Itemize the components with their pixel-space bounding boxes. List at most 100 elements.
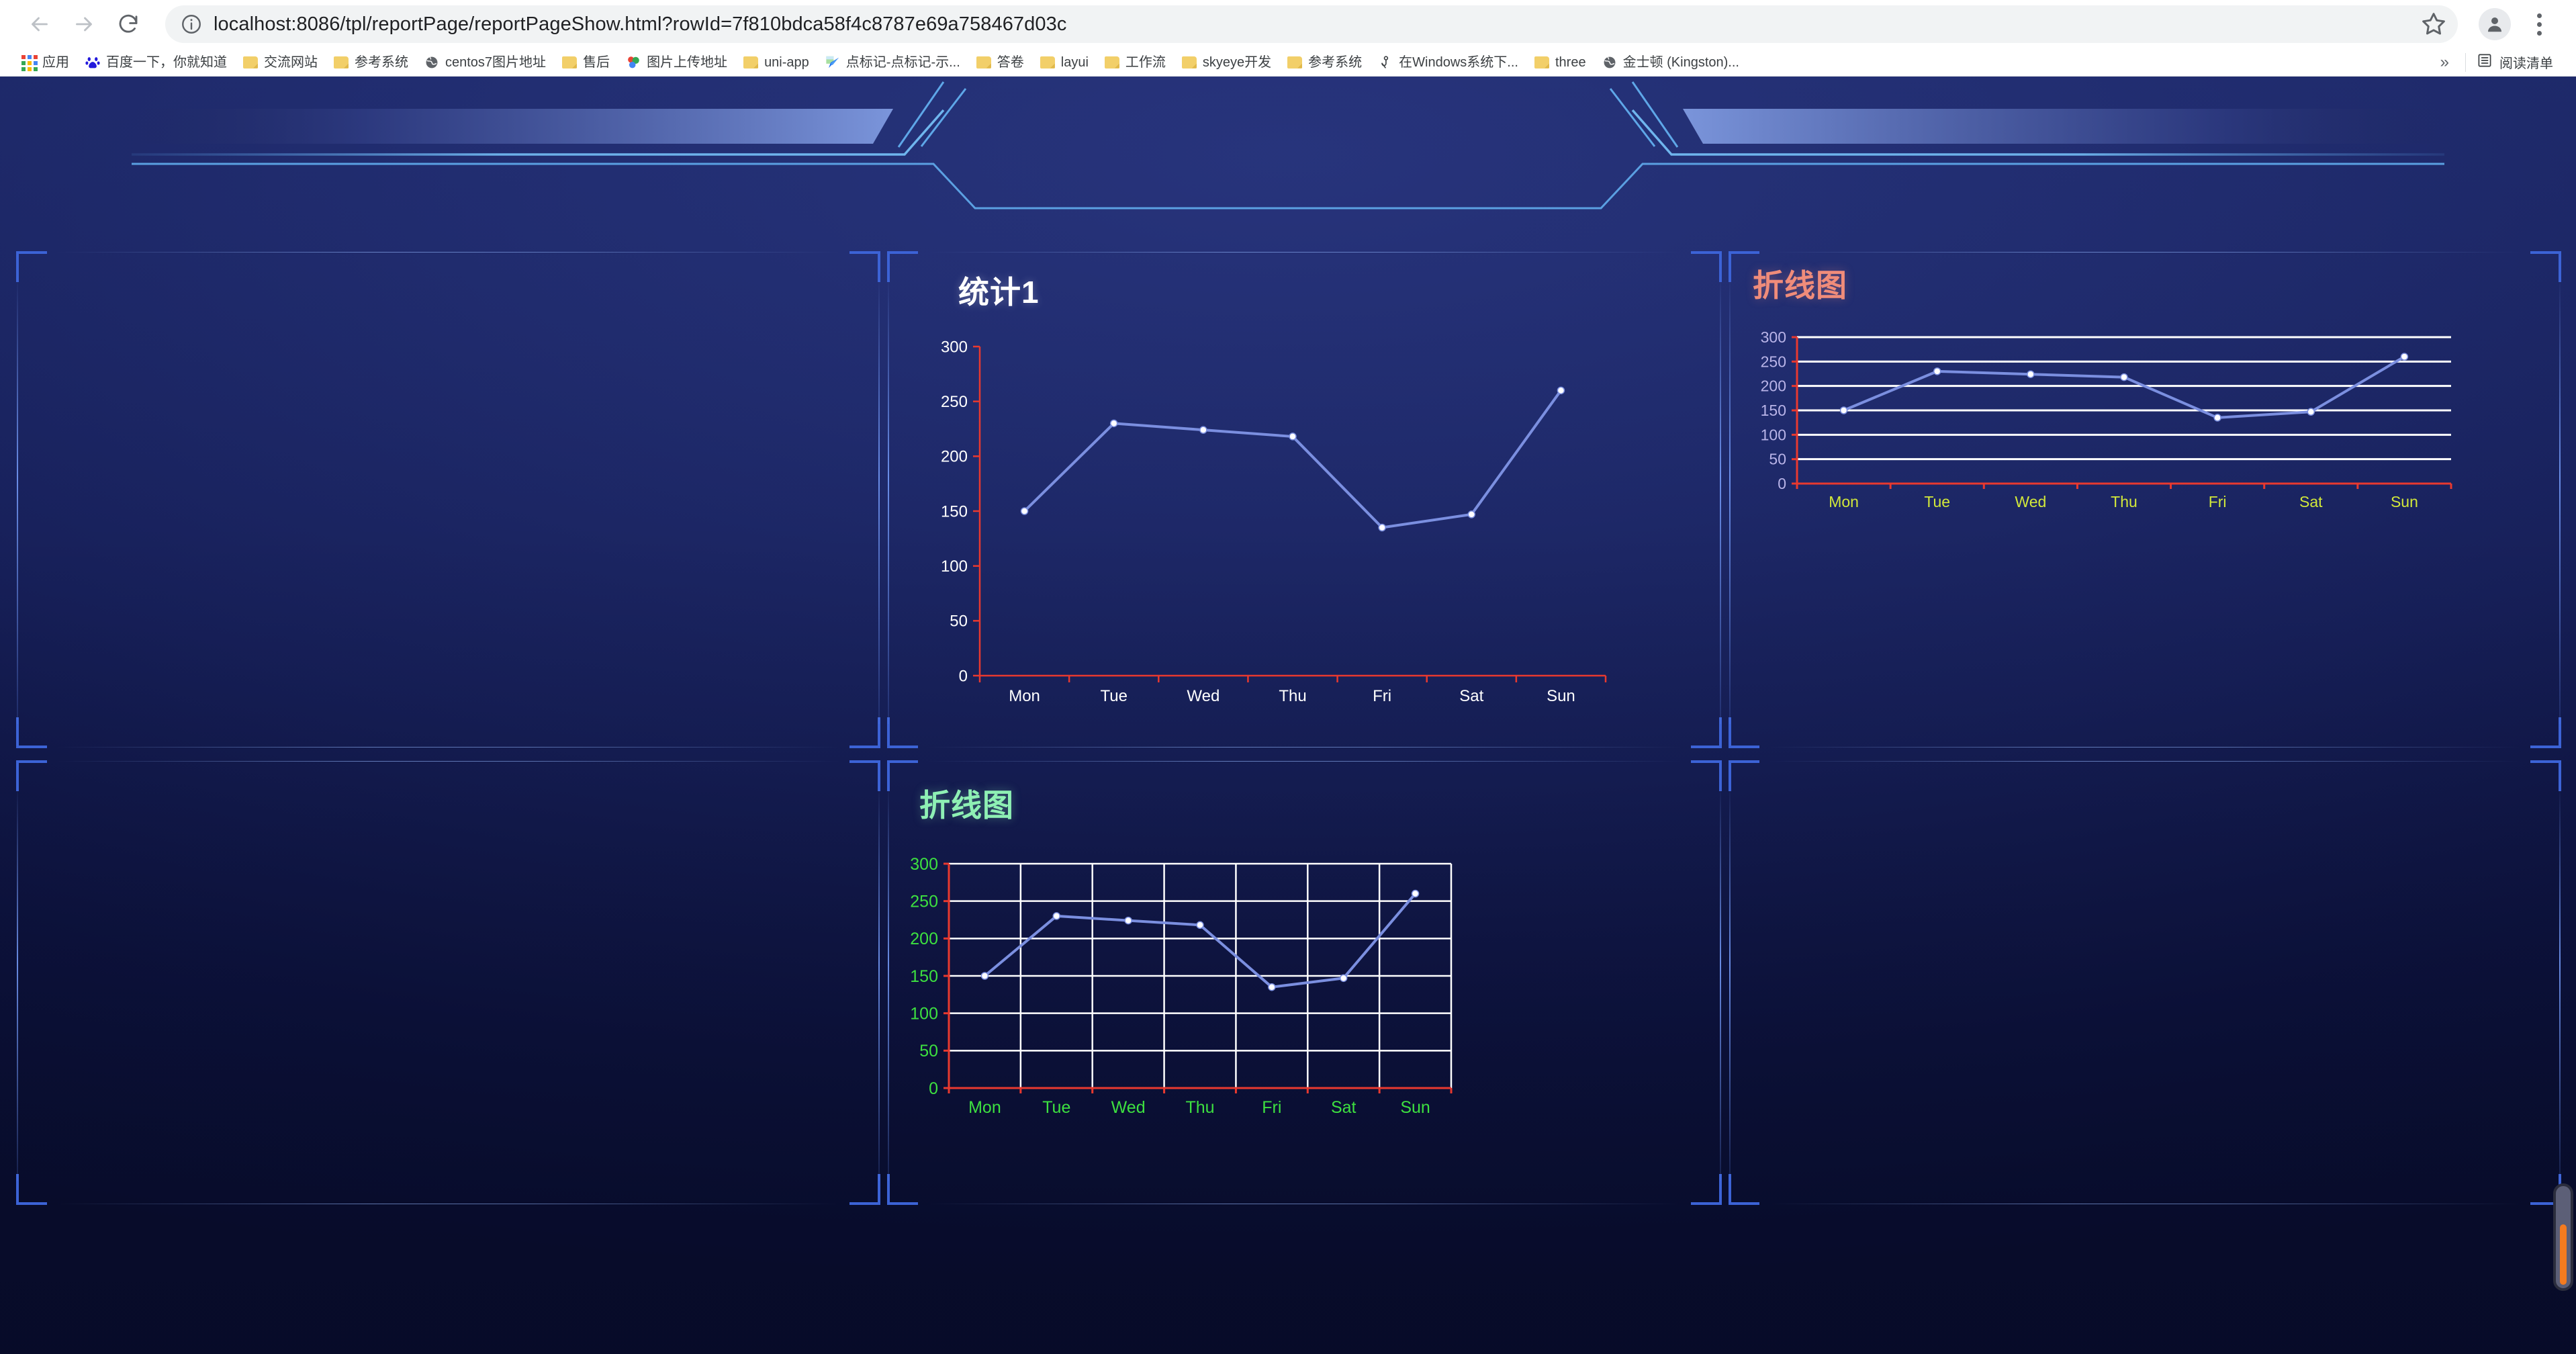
corner-bracket-icon	[1691, 1174, 1722, 1205]
corner-bracket-icon	[849, 760, 880, 791]
svg-text:0: 0	[959, 667, 968, 685]
corner-bracket-icon	[1729, 717, 1759, 748]
bookmark-folder-layui[interactable]: layui	[1032, 50, 1097, 75]
svg-text:Wed: Wed	[1111, 1098, 1146, 1117]
svg-text:Fri: Fri	[2209, 493, 2227, 510]
svg-text:250: 250	[910, 892, 938, 911]
reading-list-button[interactable]: 阅读清单	[2470, 52, 2563, 73]
panel-chart-zhexiantu-right: 折线图 0 50 100 150 200 250 300 Mon Tue Wed Thu Fri Sat…	[1729, 251, 2561, 748]
panel-edge	[1720, 784, 1721, 1181]
svg-text:150: 150	[941, 502, 968, 521]
forward-arrow-icon[interactable]	[62, 2, 106, 46]
bookmarks-overflow-button[interactable]: »	[2428, 53, 2461, 72]
bookmark-star-icon[interactable]	[2419, 9, 2448, 39]
page-scrollbar[interactable]	[2553, 1183, 2573, 1291]
bookmark-folder-cankao-1[interactable]: 参考系统	[326, 50, 416, 75]
corner-bracket-icon	[849, 717, 880, 748]
svg-text:Sat: Sat	[2299, 493, 2323, 510]
svg-text:Mon: Mon	[968, 1098, 1001, 1117]
corner-bracket-icon	[16, 251, 47, 282]
svg-text:Sun: Sun	[1547, 687, 1575, 705]
chart-title-zhexiantu-right: 折线图	[1753, 268, 1847, 303]
folder-icon	[1287, 56, 1303, 69]
bookmark-folder-dajuan[interactable]: 答卷	[968, 50, 1032, 75]
panel-edge	[17, 784, 18, 1181]
corner-bracket-icon	[849, 1174, 880, 1205]
divider	[2465, 52, 2466, 72]
bookmark-label: 图片上传地址	[647, 54, 728, 70]
bookmark-folder-workflow[interactable]: 工作流	[1097, 50, 1174, 75]
panel-edge	[1769, 252, 2521, 253]
svg-text:Fri: Fri	[1262, 1098, 1281, 1117]
svg-text:150: 150	[910, 967, 938, 986]
bookmark-baidu[interactable]: 百度一下，你就知道	[77, 50, 235, 75]
panel-edge	[2559, 275, 2561, 724]
bookmark-label: 金士顿 (Kingston)...	[1622, 54, 1739, 70]
svg-text:Sat: Sat	[1459, 687, 1483, 705]
site-info-icon[interactable]	[180, 13, 203, 36]
panel-edge	[2559, 784, 2561, 1181]
panel-chart-tongji1: 统计1 0 50 100 150 200 250 300 Mon Tue Wed Thu Fri Sat…	[887, 251, 1722, 748]
address-bar[interactable]: localhost:8086/tpl/reportPage/reportPage…	[165, 5, 2458, 43]
chart-zhexiantu-bottom[interactable]: 0 50 100 150 200 250 300 Mon Tue Wed Thu Fri Sat Sun	[902, 855, 1459, 1126]
bookmarks-bar: 应用 百度一下，你就知道 交流网站 参考系统 centos7图片地址 售后 图片…	[0, 48, 2576, 77]
svg-text:200: 200	[941, 448, 968, 466]
bookmark-image-upload[interactable]: 图片上传地址	[618, 50, 735, 75]
bookmark-folder-uniapp[interactable]: uni-app	[735, 50, 817, 75]
reading-list-icon	[2477, 52, 2493, 73]
svg-text:Tue: Tue	[1100, 687, 1127, 705]
header-decoration	[128, 81, 2448, 210]
panel-edge	[1769, 747, 2521, 748]
chart-zhexiantu-right[interactable]: 0 50 100 150 200 250 300 Mon Tue Wed Thu Fri Sat Sun	[1747, 328, 2459, 518]
svg-text:Thu: Thu	[1279, 687, 1306, 705]
bookmark-folder-shouhou[interactable]: 售后	[554, 50, 618, 75]
svg-text:Sun: Sun	[1400, 1098, 1430, 1117]
panel-edge	[56, 761, 840, 762]
scrollbar-thumb[interactable]	[2560, 1224, 2567, 1285]
svg-text:50: 50	[919, 1042, 938, 1060]
reload-icon[interactable]	[106, 2, 150, 46]
svg-text:100: 100	[1761, 426, 1786, 443]
corner-bracket-icon	[887, 1174, 918, 1205]
browser-toolbar: localhost:8086/tpl/reportPage/reportPage…	[0, 0, 2576, 48]
person-icon	[1378, 55, 1393, 70]
profile-avatar-icon[interactable]	[2475, 5, 2514, 44]
folder-icon	[976, 56, 991, 69]
svg-text:Thu: Thu	[1185, 1098, 1214, 1117]
bookmark-windows-guide[interactable]: 在Windows系统下...	[1370, 50, 1526, 75]
three-dot-menu-icon[interactable]	[2520, 5, 2559, 44]
bookmark-folder-three[interactable]: three	[1526, 50, 1594, 75]
svg-text:Sun: Sun	[2391, 493, 2418, 510]
report-dashboard: 统计1 0 50 100 150 200 250 300 Mon Tue Wed Thu Fri Sat…	[0, 77, 2576, 1354]
folder-icon	[1104, 56, 1119, 69]
bookmark-centos7[interactable]: centos7图片地址	[416, 50, 554, 75]
bookmark-label: 工作流	[1125, 54, 1166, 70]
bookmark-folder-skyeye[interactable]: skyeye开发	[1174, 50, 1279, 75]
folder-icon	[334, 56, 349, 69]
bookmark-label: 点标记-点标记-示...	[845, 54, 960, 70]
panel-edge	[927, 747, 1682, 748]
panel-edge	[888, 275, 889, 724]
back-arrow-icon[interactable]	[17, 2, 62, 46]
corner-bracket-icon	[1691, 251, 1722, 282]
bookmark-label: 百度一下，你就知道	[106, 54, 227, 70]
svg-text:300: 300	[941, 338, 968, 356]
panel-edge	[56, 252, 840, 253]
corner-bracket-icon	[1691, 717, 1722, 748]
reading-list-label: 阅读清单	[2499, 56, 2553, 71]
bookmark-apps[interactable]: 应用	[13, 50, 77, 75]
bookmark-amap-marker[interactable]: 点标记-点标记-示...	[817, 50, 968, 75]
panel-edge	[878, 784, 880, 1181]
folder-icon	[743, 56, 759, 69]
chart-title-tongji1: 统计1	[958, 275, 1040, 310]
chart-tongji1[interactable]: 0 50 100 150 200 250 300 Mon Tue Wed Thu Fri Sat Sun	[927, 338, 1693, 715]
bookmark-folder-cankao-2[interactable]: 参考系统	[1279, 50, 1370, 75]
corner-bracket-icon	[849, 251, 880, 282]
svg-text:Mon: Mon	[1009, 687, 1040, 705]
corner-bracket-icon	[16, 717, 47, 748]
bookmark-label: centos7图片地址	[445, 54, 547, 70]
panel-edge	[878, 275, 880, 724]
bookmark-kingston[interactable]: 金士顿 (Kingston)...	[1594, 50, 1747, 75]
bookmark-folder-jiaoliu[interactable]: 交流网站	[235, 50, 326, 75]
panel-edge	[1720, 275, 1721, 724]
